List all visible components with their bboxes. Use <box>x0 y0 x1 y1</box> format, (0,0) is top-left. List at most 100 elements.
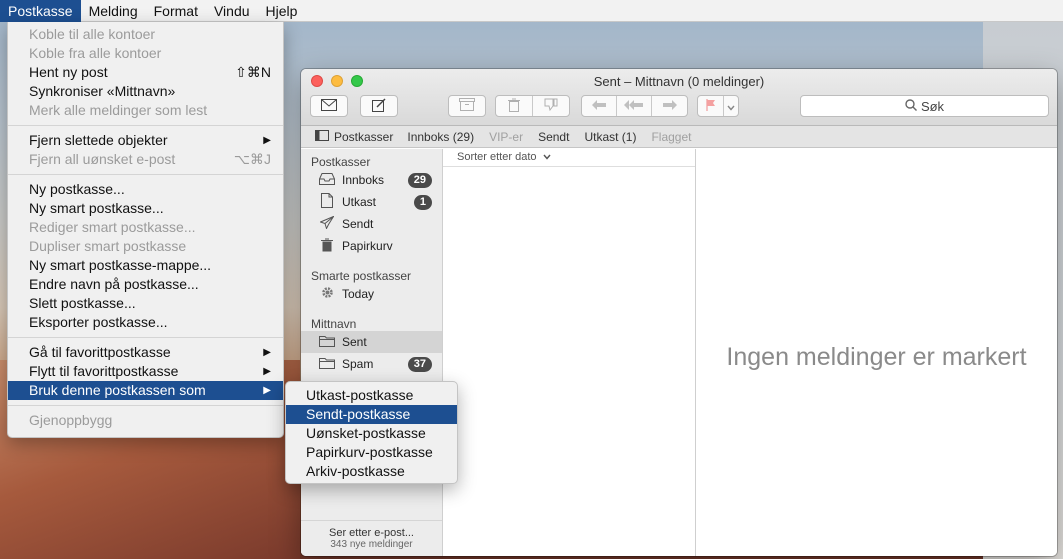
reply-group <box>581 95 688 117</box>
chevron-down-icon <box>727 99 735 114</box>
menu-item-new-smart-mailbox-folder[interactable]: Ny smart postkasse-mappe... <box>8 256 283 275</box>
sidebar-item-account-sent[interactable]: Sent <box>301 331 442 353</box>
envelope-icon <box>321 98 337 114</box>
sidebar-section-mailboxes: Postkasser <box>311 155 371 169</box>
compose-icon <box>372 97 386 115</box>
get-mail-button[interactable] <box>310 95 348 117</box>
favorite-vip[interactable]: VIP-er <box>489 130 523 144</box>
menu-item-move-to-favorite[interactable]: Flytt til favorittpostkasse ▶ <box>8 362 283 381</box>
menu-item-go-to-favorite[interactable]: Gå til favorittpostkasse ▶ <box>8 343 283 362</box>
favorite-flagged[interactable]: Flagget <box>651 130 691 144</box>
reply-button[interactable] <box>582 96 617 116</box>
sidebar-item-trash[interactable]: Papirkurv <box>301 235 442 257</box>
submenu-arrow-icon: ▶ <box>263 385 271 396</box>
junk-button[interactable] <box>533 96 570 116</box>
thumbs-down-icon <box>544 98 558 114</box>
archive-button[interactable] <box>448 95 486 117</box>
reply-all-button[interactable] <box>617 96 653 116</box>
menu-item-use-mailbox-as[interactable]: Bruk denne postkassen som ▶ <box>8 381 283 400</box>
sidebar-item-spam[interactable]: Spam 37 <box>301 353 442 375</box>
paper-plane-icon <box>319 215 335 232</box>
sidebar-item-label: Sent <box>342 335 367 349</box>
mailbox-sidebar: Postkasser Innboks 29 Utkast 1 Sendt Pap… <box>301 149 443 556</box>
no-message-selected-text: Ingen meldinger er markert <box>726 343 1027 371</box>
compose-button[interactable] <box>360 95 398 117</box>
sidebar-section-account: Mittnavn <box>311 317 357 331</box>
menu-separator <box>8 337 283 338</box>
search-field[interactable]: Søk <box>800 95 1049 117</box>
flag-button[interactable] <box>698 96 724 116</box>
menu-item-new-mailbox[interactable]: Ny postkasse... <box>8 180 283 199</box>
submenu-item-archive-mailbox[interactable]: Arkiv-postkasse <box>286 462 457 481</box>
favorite-drafts[interactable]: Utkast (1) <box>584 130 636 144</box>
menu-item-connect-all[interactable]: Koble til alle kontoer <box>8 25 283 44</box>
sidebar-item-inbox[interactable]: Innboks 29 <box>301 169 442 191</box>
submenu-item-trash-mailbox[interactable]: Papirkurv-postkasse <box>286 443 457 462</box>
menu-item-synchronize[interactable]: Synkroniser «Mittnavn» <box>8 82 283 101</box>
activity-status-line: Ser etter e-post... <box>329 527 414 539</box>
sidebar-section-smart: Smarte postkasser <box>311 269 412 283</box>
submenu-arrow-icon: ▶ <box>263 366 271 377</box>
menu-item-disconnect-all[interactable]: Koble fra alle kontoer <box>8 44 283 63</box>
folder-icon <box>319 357 335 372</box>
flag-group <box>697 95 739 117</box>
favorites-mailboxes-label: Postkasser <box>334 129 394 144</box>
folder-icon <box>319 335 335 350</box>
menubar-postkasse[interactable]: Postkasse <box>0 0 81 22</box>
postkasse-menu: Koble til alle kontoer Koble fra alle ko… <box>7 22 284 438</box>
favorites-bar: Postkasser Innboks (29) VIP-er Sendt Utk… <box>301 126 1057 148</box>
trash-icon <box>507 98 520 115</box>
submenu-item-junk-mailbox[interactable]: Uønsket-postkasse <box>286 424 457 443</box>
delete-button[interactable] <box>496 96 533 116</box>
menu-item-mark-all-read[interactable]: Merk alle meldinger som lest <box>8 101 283 120</box>
shortcut-label: ⌥⌘J <box>233 151 271 167</box>
sidebar-item-label: Sendt <box>342 217 374 231</box>
menu-item-new-smart-mailbox[interactable]: Ny smart postkasse... <box>8 199 283 218</box>
delete-junk-group <box>495 95 570 117</box>
gear-icon <box>319 285 335 303</box>
favorite-inbox[interactable]: Innboks (29) <box>407 130 474 144</box>
sidebar-item-sent[interactable]: Sendt <box>301 213 442 235</box>
window-content: Postkasser Innboks 29 Utkast 1 Sendt Pap… <box>301 149 1057 556</box>
menu-item-duplicate-smart-mailbox[interactable]: Dupliser smart postkasse <box>8 237 283 256</box>
menu-item-rename-mailbox[interactable]: Endre navn på postkasse... <box>8 275 283 294</box>
search-icon <box>905 98 917 114</box>
menu-separator <box>8 174 283 175</box>
menu-item-export-mailbox[interactable]: Eksporter postkasse... <box>8 313 283 332</box>
favorite-sent[interactable]: Sendt <box>538 130 569 144</box>
use-mailbox-as-submenu: Utkast-postkasse Sendt-postkasse Uønsket… <box>285 381 458 484</box>
activity-status: Ser etter e-post... 343 nye meldinger <box>301 520 442 556</box>
menu-separator <box>8 125 283 126</box>
message-list: Sorter etter dato <box>443 149 696 556</box>
search-placeholder: Søk <box>920 98 945 114</box>
forward-button[interactable] <box>652 96 687 116</box>
menu-item-get-new-mail[interactable]: Hent ny post ⇧⌘N <box>8 63 283 82</box>
reply-all-icon <box>624 99 644 114</box>
favorites-mailboxes-toggle[interactable]: Postkasser <box>315 129 393 144</box>
flag-menu-button[interactable] <box>724 96 738 116</box>
sidebar-item-label: Spam <box>342 357 374 371</box>
menu-item-erase-deleted[interactable]: Fjern slettede objekter ▶ <box>8 131 283 150</box>
menubar-melding[interactable]: Melding <box>81 0 146 22</box>
menubar-format[interactable]: Format <box>146 0 206 22</box>
menu-item-erase-junk[interactable]: Fjern all uønsket e-post ⌥⌘J <box>8 150 283 169</box>
menubar-vindu[interactable]: Vindu <box>206 0 258 22</box>
menu-item-edit-smart-mailbox[interactable]: Rediger smart postkasse... <box>8 218 283 237</box>
flag-icon <box>706 98 716 114</box>
window-title: Sent – Mittnavn (0 meldinger) <box>593 74 765 89</box>
archive-icon <box>459 98 475 114</box>
submenu-item-drafts-mailbox[interactable]: Utkast-postkasse <box>286 386 457 405</box>
draft-count-badge: 1 <box>413 194 432 210</box>
menu-item-rebuild[interactable]: Gjenoppbygg <box>8 411 283 430</box>
menubar-hjelp[interactable]: Hjelp <box>258 0 306 22</box>
sidebar-item-today[interactable]: Today <box>301 283 442 305</box>
menu-item-delete-mailbox[interactable]: Slett postkasse... <box>8 294 283 313</box>
sort-by-date-button[interactable]: Sorter etter dato <box>443 149 695 167</box>
submenu-item-sent-mailbox[interactable]: Sendt-postkasse <box>286 405 457 424</box>
sort-label: Sorter etter dato <box>457 151 537 163</box>
sidebar-item-drafts[interactable]: Utkast 1 <box>301 191 442 213</box>
spam-count-badge: 37 <box>407 356 432 372</box>
draft-icon <box>319 193 335 211</box>
unread-count-badge: 29 <box>407 172 432 188</box>
sidebar-item-label: Utkast <box>342 195 377 209</box>
